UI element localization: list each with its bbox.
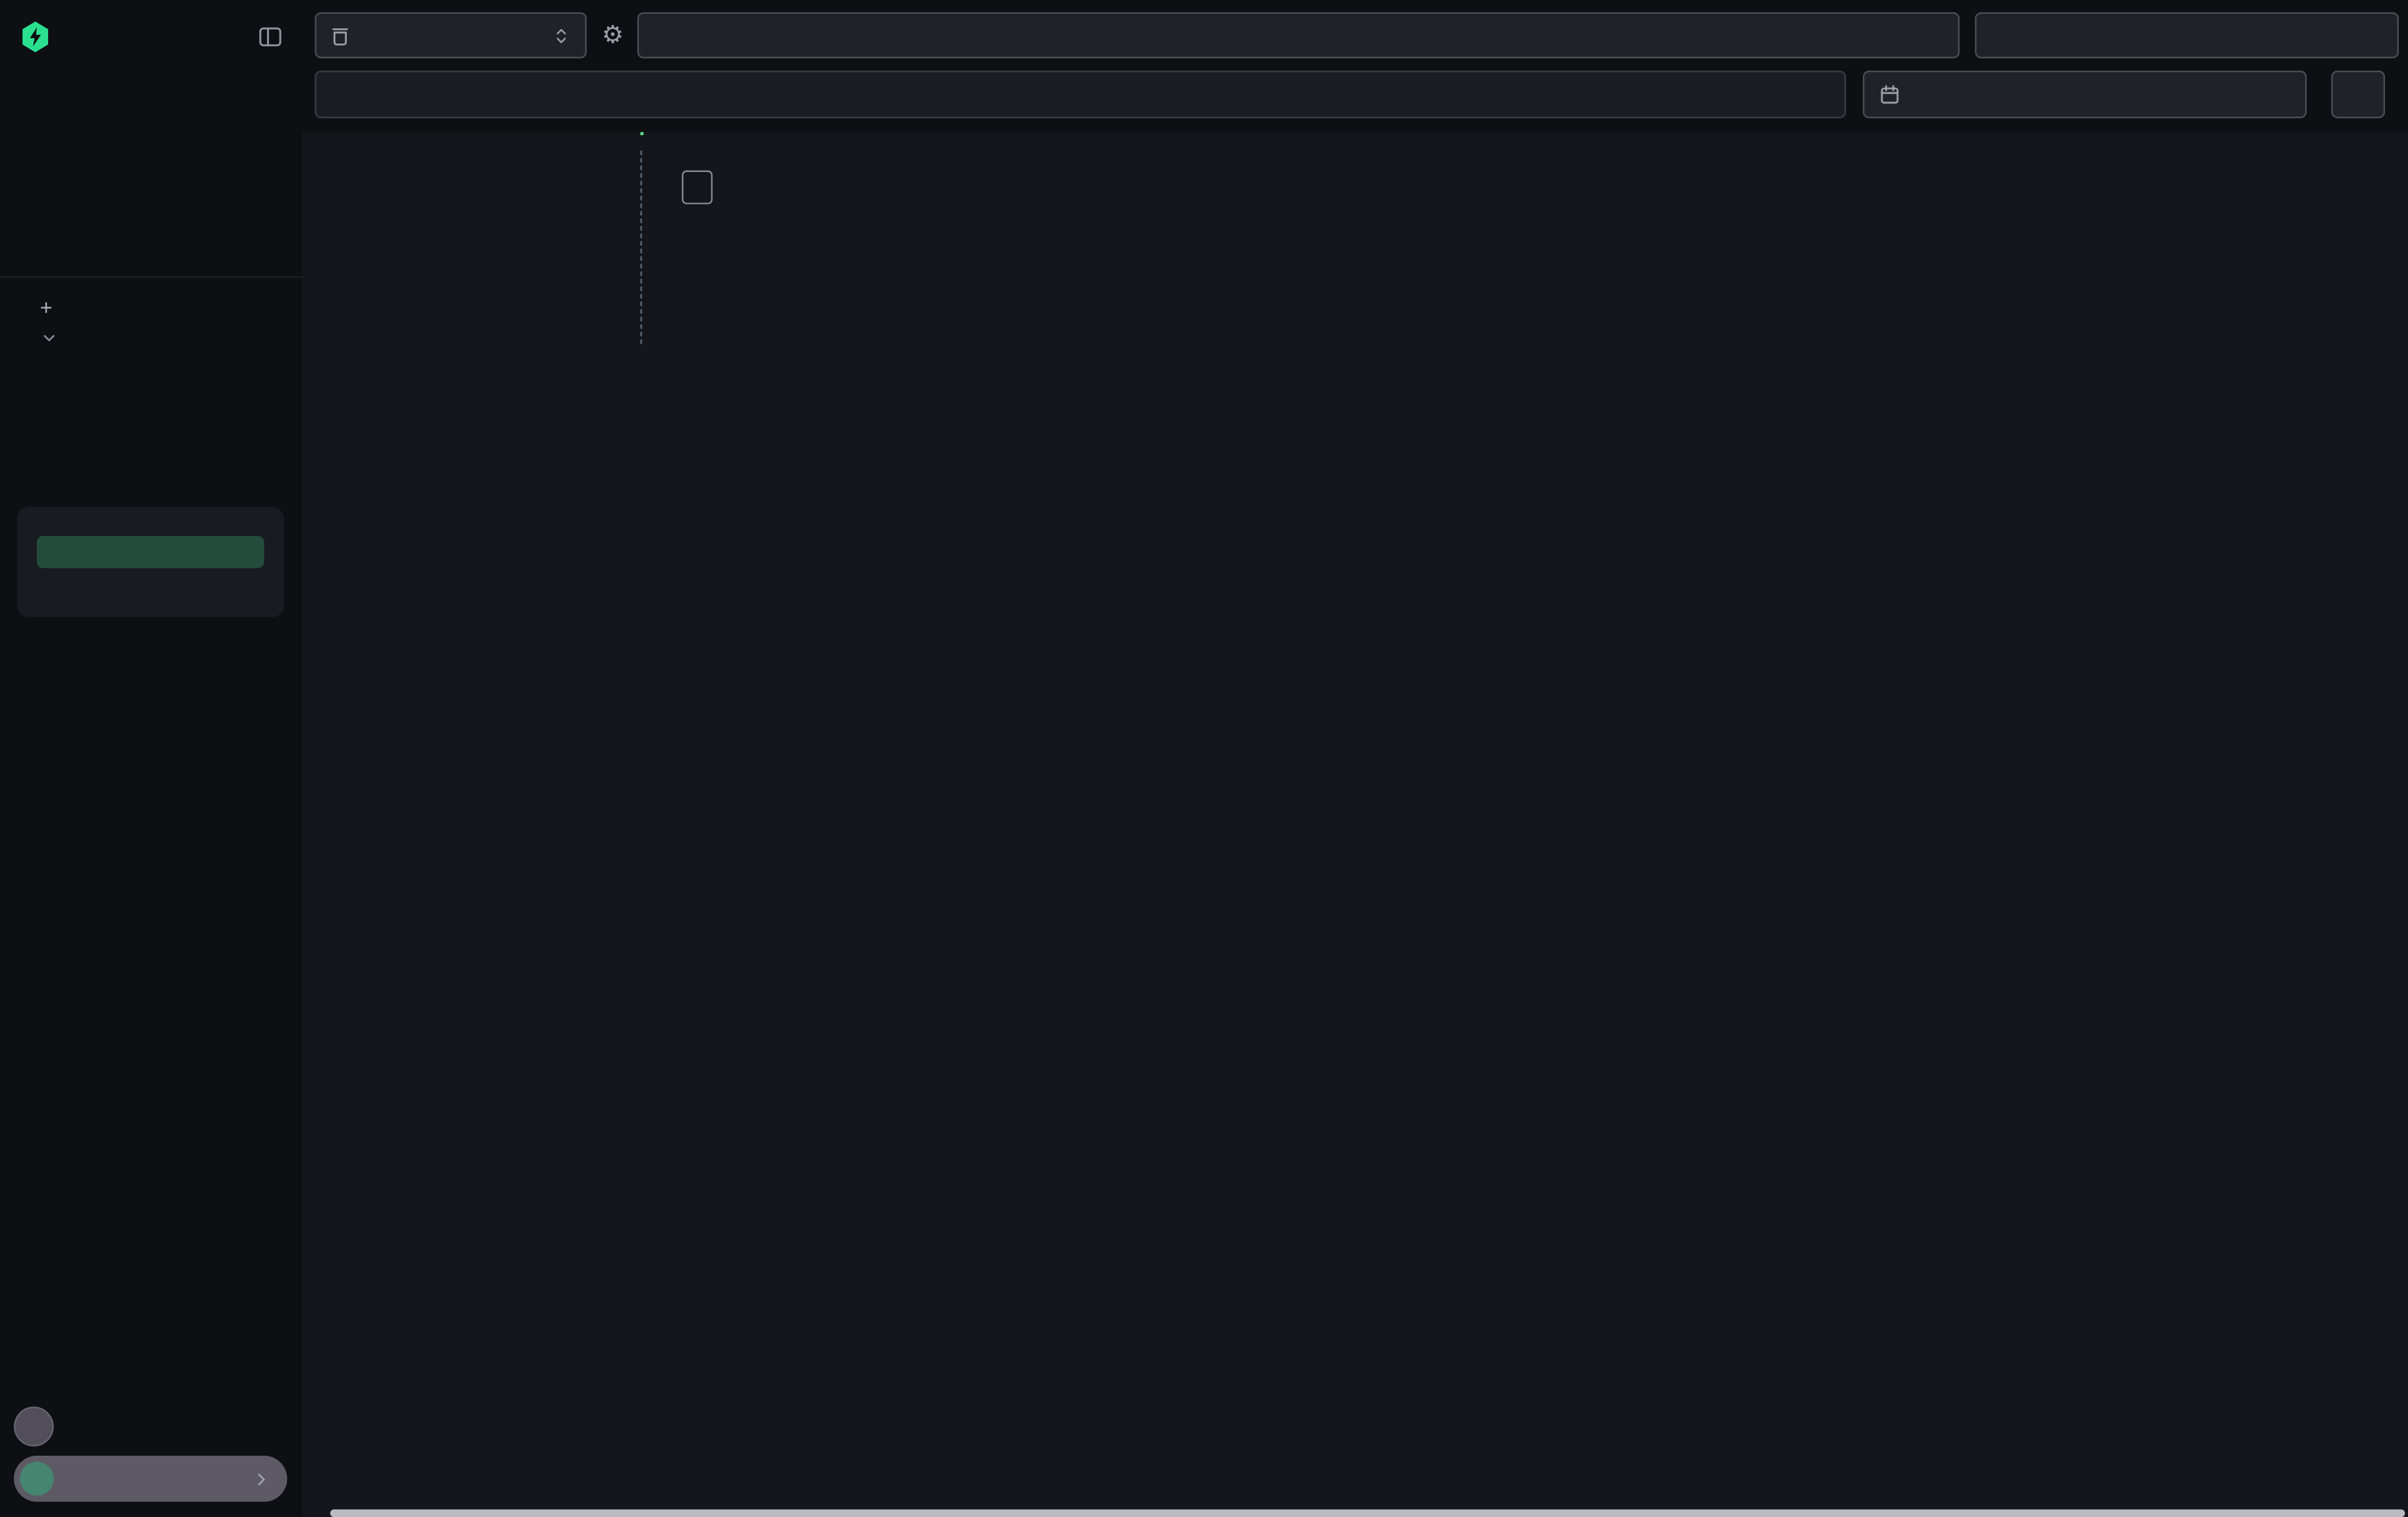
chevron-updown-icon: [551, 25, 571, 45]
heatmap-selection-box[interactable]: [640, 132, 644, 135]
filter-by-selection-button[interactable]: [682, 171, 713, 204]
sidebar: +: [0, 0, 304, 1517]
search-input[interactable]: [332, 81, 1807, 107]
local-mode-menu[interactable]: [14, 1456, 287, 1502]
gear-icon[interactable]: ⚙: [599, 22, 626, 49]
help-button[interactable]: [14, 1406, 54, 1446]
chevron-right-icon: [253, 1470, 270, 1487]
date-range-picker[interactable]: [1863, 71, 2306, 118]
logo: [20, 20, 63, 53]
database-icon: [330, 25, 350, 45]
presets-toggle[interactable]: [42, 330, 69, 345]
divider: [0, 276, 303, 278]
horizontal-scrollbar[interactable]: [330, 1510, 2405, 1517]
search-bar: [315, 71, 1846, 118]
chevron-down-icon: [42, 330, 57, 345]
select-query-input[interactable]: [638, 13, 1960, 59]
calendar-icon: [1880, 84, 1900, 104]
hyperdx-app: + ⚙: [0, 0, 2408, 1517]
get-started-button[interactable]: [37, 536, 264, 568]
filter-panel: [303, 132, 640, 1517]
hyperdx-logo-icon: [20, 20, 51, 53]
charts-area: [640, 132, 2408, 1517]
avatar: [20, 1462, 53, 1495]
orderby-query-input[interactable]: [1975, 13, 2399, 59]
sidebar-collapse-icon[interactable]: [258, 24, 282, 49]
events-heatmap[interactable]: [669, 150, 2374, 343]
clickhouse-cloud-promo: [17, 507, 284, 618]
source-select[interactable]: [315, 13, 586, 59]
topbar: ⚙: [303, 0, 2408, 132]
run-query-button[interactable]: [2332, 71, 2386, 118]
plus-icon: +: [40, 295, 53, 319]
create-dashboard-button[interactable]: +: [40, 295, 67, 319]
heatmap-time-marker: [640, 150, 642, 343]
